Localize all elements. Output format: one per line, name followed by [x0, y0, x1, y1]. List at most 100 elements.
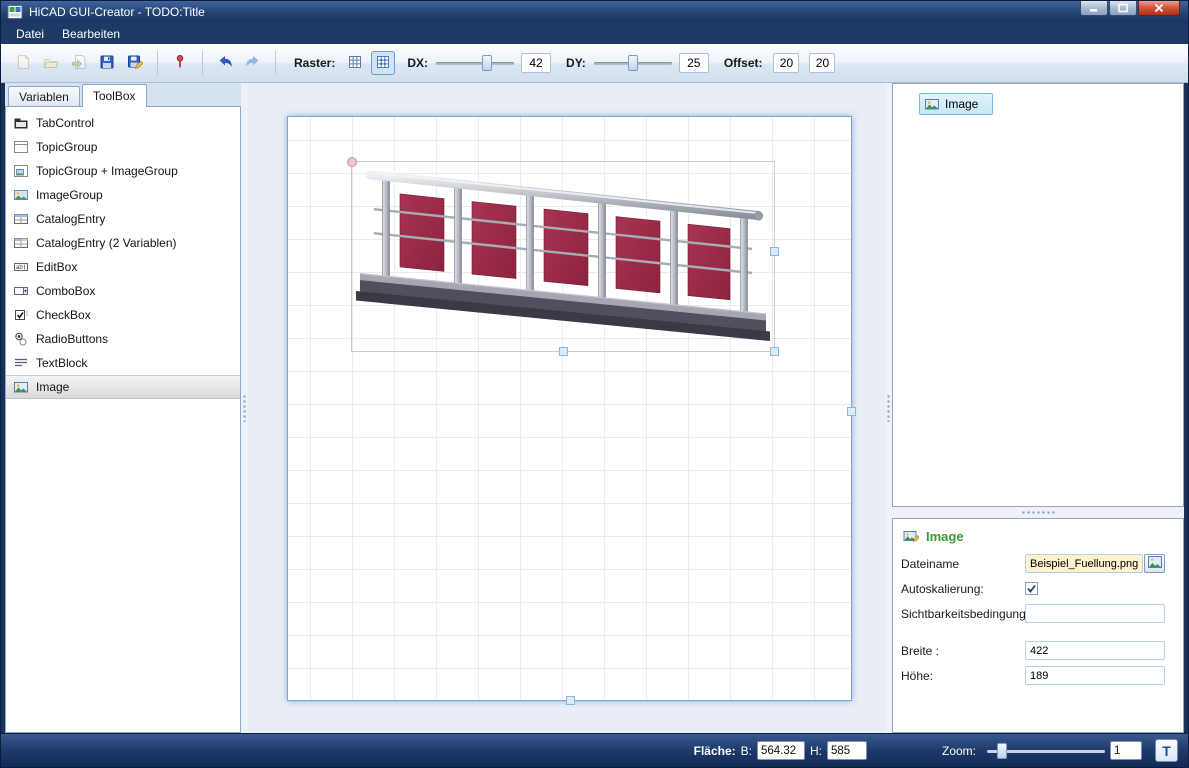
breite-input[interactable]	[1025, 641, 1165, 660]
tab-variablen[interactable]: Variablen	[8, 86, 80, 106]
toolbox-item-checkbox[interactable]: CheckBox	[6, 303, 240, 327]
catalogentry-icon	[13, 211, 29, 227]
pin-button[interactable]	[168, 51, 192, 75]
text-mode-button[interactable]: T	[1155, 739, 1178, 762]
toolbox-item-catalogentry[interactable]: CatalogEntry	[6, 207, 240, 231]
offset-y-input[interactable]	[809, 53, 835, 73]
autoskalierung-label: Autoskalierung:	[901, 582, 1025, 596]
import-icon	[71, 54, 87, 73]
save-as-icon	[127, 54, 143, 73]
toolbox-item-radiobuttons[interactable]: RadioButtons	[6, 327, 240, 351]
property-row-dateiname: Dateiname	[901, 551, 1175, 576]
splitter-grip-icon	[887, 394, 890, 422]
property-row-breite: Breite :	[901, 638, 1175, 663]
image-handle-right[interactable]	[770, 247, 779, 256]
browse-image-button[interactable]	[1144, 554, 1165, 573]
main-area: Variablen ToolBox TabControl TopicGroup …	[1, 83, 1188, 733]
image-handle-top-left[interactable]	[347, 157, 357, 167]
menu-datei[interactable]: Datei	[7, 25, 53, 43]
canvas-area	[248, 83, 885, 733]
new-button[interactable]	[11, 51, 35, 75]
splitter-grip-icon	[243, 394, 246, 422]
toolbox-item-combobox[interactable]: ComboBox	[6, 279, 240, 303]
redo-icon	[245, 54, 261, 73]
textblock-icon	[13, 355, 29, 371]
hoehe-input[interactable]	[1025, 666, 1165, 685]
design-canvas[interactable]	[287, 116, 852, 701]
toolbox-item-topicgroup-imagegroup[interactable]: TopicGroup + ImageGroup	[6, 159, 240, 183]
toolbar-separator	[202, 51, 203, 75]
properties-panel: Image Dateiname Autoskalierung: Sichtbar…	[892, 518, 1184, 733]
new-icon	[15, 54, 31, 73]
dy-slider-thumb[interactable]	[628, 55, 638, 71]
sichtbarkeit-input[interactable]	[1025, 604, 1165, 623]
zoom-input[interactable]	[1110, 741, 1142, 760]
property-row-sichtbarkeit: Sichtbarkeitsbedingung:	[901, 601, 1175, 626]
minimize-button[interactable]	[1080, 1, 1108, 16]
dx-slider-thumb[interactable]	[482, 55, 492, 71]
grid-snap-icon	[375, 54, 391, 73]
properties-title: Image	[926, 529, 964, 544]
raster-label: Raster:	[294, 56, 335, 70]
dx-slider-track[interactable]	[436, 62, 514, 65]
maximize-button[interactable]	[1109, 1, 1137, 16]
save-button[interactable]	[95, 51, 119, 75]
toolbox-item-textblock[interactable]: TextBlock	[6, 351, 240, 375]
property-row-hoehe: Höhe:	[901, 663, 1175, 688]
import-button[interactable]	[67, 51, 91, 75]
splitter-properties[interactable]	[892, 507, 1184, 518]
image-properties-icon	[903, 528, 919, 544]
toolbox-item-catalogentry-2[interactable]: CatalogEntry (2 Variablen)	[6, 231, 240, 255]
dx-slider[interactable]	[436, 54, 514, 72]
canvas-handle-right[interactable]	[847, 407, 856, 416]
grid-toggle-button[interactable]	[343, 51, 367, 75]
dy-label: DY:	[566, 56, 586, 70]
flaeche-b-input[interactable]	[757, 741, 805, 760]
splitter-right[interactable]	[885, 83, 892, 733]
toolbar-separator	[275, 51, 276, 75]
zoom-slider[interactable]	[987, 742, 1105, 760]
canvas-handle-bottom[interactable]	[566, 696, 575, 705]
offset-x-input[interactable]	[773, 53, 799, 73]
toolbox-item-topicgroup[interactable]: TopicGroup	[6, 135, 240, 159]
browse-image-icon	[1148, 556, 1162, 571]
dateiname-input[interactable]	[1025, 554, 1143, 573]
image-handle-bottom-right[interactable]	[770, 347, 779, 356]
editbox-icon: ab	[13, 259, 29, 275]
flaeche-h-input[interactable]	[827, 741, 867, 760]
toolbox-item-editbox[interactable]: abEditBox	[6, 255, 240, 279]
toolbox-list: TabControl TopicGroup TopicGroup + Image…	[5, 106, 241, 733]
open-button[interactable]	[39, 51, 63, 75]
canvas-image-element[interactable]	[352, 162, 774, 351]
autoskalierung-checkbox[interactable]	[1025, 582, 1038, 595]
image-handle-bottom[interactable]	[559, 347, 568, 356]
dy-input[interactable]	[679, 53, 709, 73]
tree-item-image[interactable]: Image	[919, 93, 993, 115]
toolbox-item-imagegroup[interactable]: ImageGroup	[6, 183, 240, 207]
dx-input[interactable]	[521, 53, 551, 73]
undo-button[interactable]	[213, 51, 237, 75]
splitter-grip-icon	[1021, 511, 1055, 514]
toolbox-item-image[interactable]: Image	[6, 375, 240, 399]
image-icon	[13, 379, 29, 395]
toolbox-item-tabcontrol[interactable]: TabControl	[6, 111, 240, 135]
zoom-label: Zoom:	[942, 744, 976, 758]
dy-slider[interactable]	[594, 54, 672, 72]
close-button[interactable]	[1138, 1, 1180, 16]
zoom-slider-thumb[interactable]	[997, 743, 1007, 759]
grid-snap-toggle-button[interactable]	[371, 51, 395, 75]
save-icon	[99, 54, 115, 73]
menu-bearbeiten[interactable]: Bearbeiten	[53, 25, 129, 43]
b-label: B:	[741, 744, 752, 758]
left-panel: Variablen ToolBox TabControl TopicGroup …	[5, 83, 241, 733]
hierarchy-tree: Image	[892, 83, 1184, 507]
property-row-autoskalierung: Autoskalierung:	[901, 576, 1175, 601]
railing-image	[352, 162, 774, 351]
tab-toolbox[interactable]: ToolBox	[82, 84, 147, 107]
h-label: H:	[810, 744, 822, 758]
redo-button[interactable]	[241, 51, 265, 75]
splitter-left[interactable]	[241, 83, 248, 733]
save-as-button[interactable]	[123, 51, 147, 75]
topicgroup-icon	[13, 139, 29, 155]
checkbox-icon	[13, 307, 29, 323]
